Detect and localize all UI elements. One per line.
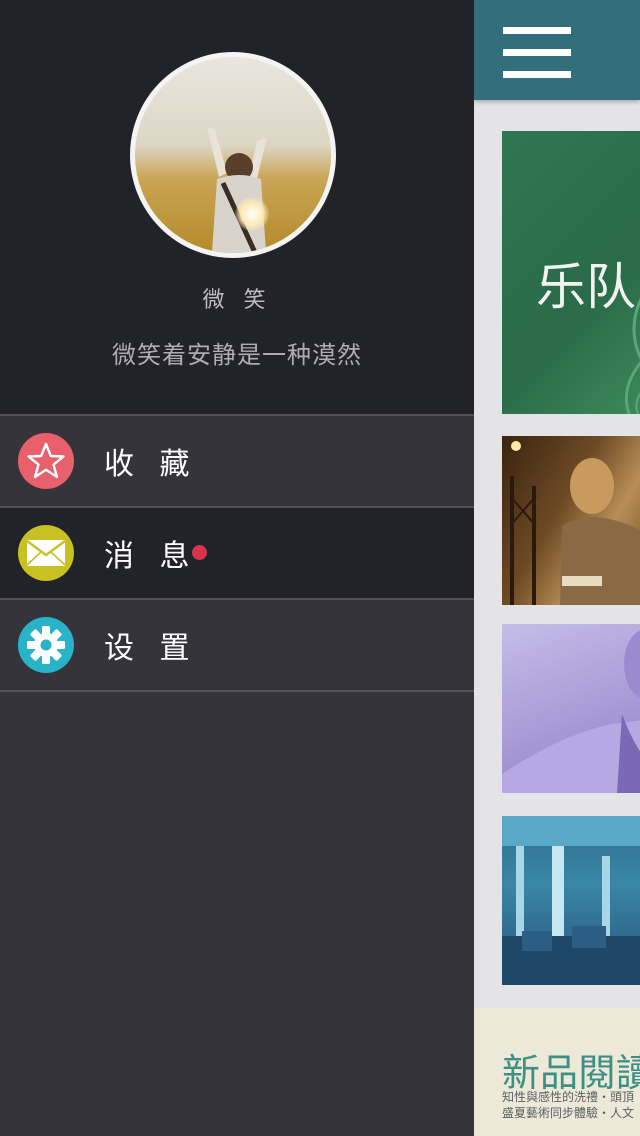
promo-line-1: 知性與感性的洗禮・頭頂: [502, 1090, 635, 1104]
navigation-drawer: 微 笑 微笑着安静是一种漠然 收 藏 消 息 设 置: [0, 0, 474, 1136]
feed-card-interior[interactable]: [502, 816, 640, 985]
feed-card-guitarist[interactable]: [502, 436, 640, 605]
username: 微 笑: [202, 288, 272, 313]
person-silhouette: [207, 127, 267, 253]
menu-item-messages[interactable]: 消 息: [0, 506, 474, 598]
hamburger-icon[interactable]: [503, 27, 571, 79]
menu-item-favorites[interactable]: 收 藏: [0, 414, 474, 506]
main-content: 乐队 新品閱讀 知性與感性的洗禮・頭頂 盛夏藝術同步體驗・人文: [474, 0, 640, 1136]
card-photo: [502, 816, 640, 985]
card-photo: [502, 630, 640, 793]
drawer-menu: 收 藏 消 息 设 置: [0, 414, 474, 692]
menu-label-messages: 消 息: [104, 539, 198, 574]
promo-banner[interactable]: 新品閱讀 知性與感性的洗禮・頭頂 盛夏藝術同步體驗・人文: [474, 1008, 640, 1136]
mail-icon: [18, 525, 74, 581]
star-icon: [18, 433, 74, 489]
feed-card-band[interactable]: 乐队: [502, 131, 640, 414]
promo-line-2: 盛夏藝術同步體驗・人文: [502, 1106, 635, 1120]
feed-card-dancer[interactable]: [502, 624, 640, 793]
menu-label-favorites: 收 藏: [104, 447, 198, 482]
card-photo: [509, 441, 640, 605]
menu-item-settings[interactable]: 设 置: [0, 598, 474, 692]
card-title: 乐队: [536, 258, 636, 316]
menu-label-settings: 设 置: [104, 631, 198, 666]
unread-badge: [192, 545, 207, 560]
avatar[interactable]: [130, 52, 336, 258]
gear-icon: [18, 617, 74, 673]
top-app-bar: [474, 0, 640, 100]
user-signature: 微笑着安静是一种漠然: [112, 341, 362, 369]
sun-flare: [235, 197, 269, 231]
profile-header: 微 笑 微笑着安静是一种漠然: [0, 0, 474, 414]
